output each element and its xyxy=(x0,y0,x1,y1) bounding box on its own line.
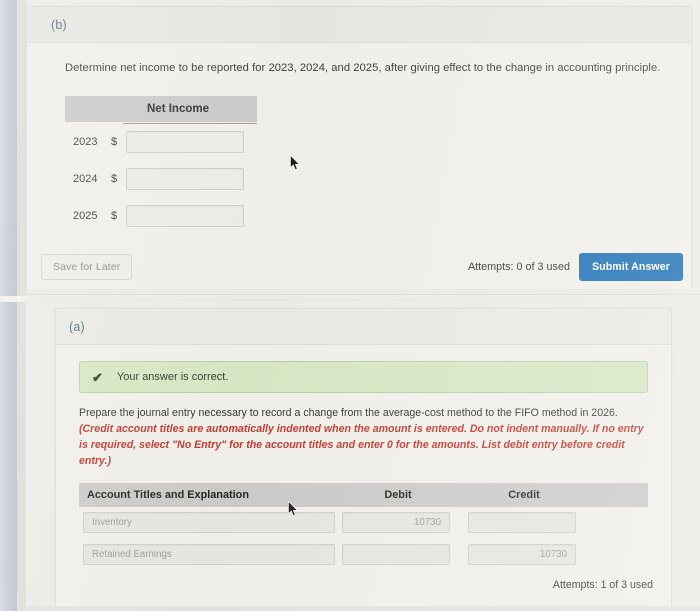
currency-symbol: $ xyxy=(111,136,118,149)
credit-cell-row-2: 10730 xyxy=(457,544,587,566)
net-income-table-header: Net Income xyxy=(65,96,257,125)
question-card-a: (a) ✔ Your answer is correct. Prepare th… xyxy=(55,308,672,608)
page-left-margin xyxy=(17,0,26,611)
table-row: 2025 $ xyxy=(65,199,257,233)
section-divider-bottom xyxy=(40,300,700,301)
browser-left-strip xyxy=(0,0,17,611)
net-income-table: Net Income 2023 $ 2024 $ 2025 $ xyxy=(65,96,257,233)
screenshot-page: (b) Determine net income to be reported … xyxy=(0,0,700,611)
debit-cell-row-1: 10730 xyxy=(335,512,457,534)
section-divider-top xyxy=(26,294,700,295)
column-header-account: Account Titles and Explanation xyxy=(87,488,249,501)
column-header-credit: Credit xyxy=(508,488,540,501)
instruction-main-text: Prepare the journal entry necessary to r… xyxy=(79,407,618,419)
part-label-a: (a) xyxy=(69,319,85,334)
debit-input-row-1[interactable]: 10730 xyxy=(342,512,450,534)
currency-symbol: $ xyxy=(111,173,118,186)
row-year-2024: 2024 xyxy=(73,173,98,186)
question-card-b: (b) Determine net income to be reported … xyxy=(26,6,692,289)
journal-entry-table-header: Account Titles and Explanation Debit Cre… xyxy=(79,482,648,507)
table-row: Inventory 10730 xyxy=(79,507,648,539)
question-prompt-b: Determine net income to be reported for … xyxy=(65,62,661,74)
credit-input-row-1[interactable] xyxy=(468,512,576,534)
attempts-counter-a: Attempts: 1 of 3 used xyxy=(552,579,653,591)
currency-symbol: $ xyxy=(111,210,118,223)
account-title-input-row-1[interactable]: Inventory xyxy=(83,512,335,534)
card-b-header: (b) xyxy=(27,7,691,43)
credit-input-row-2[interactable]: 10730 xyxy=(468,544,576,566)
credit-cell-row-1 xyxy=(457,512,587,534)
account-title-input-row-2[interactable]: Retained Earnings xyxy=(83,544,335,566)
journal-entry-table: Account Titles and Explanation Debit Cre… xyxy=(79,482,648,571)
answer-correct-banner: ✔ Your answer is correct. xyxy=(79,361,648,393)
card-b-footer: Save for Later Attempts: 0 of 3 used Sub… xyxy=(27,253,691,281)
row-year-2025: 2025 xyxy=(73,210,98,223)
mouse-cursor xyxy=(290,155,301,171)
save-for-later-button[interactable]: Save for Later xyxy=(41,254,133,280)
submit-answer-button[interactable]: Submit Answer xyxy=(578,253,683,281)
card-a-body: ✔ Your answer is correct. Prepare the jo… xyxy=(56,345,671,607)
journal-entry-instructions: Prepare the journal entry necessary to r… xyxy=(79,406,648,470)
attempts-counter-b: Attempts: 0 of 3 used xyxy=(467,261,570,273)
check-icon: ✔ xyxy=(92,369,103,385)
row-year-2023: 2023 xyxy=(73,136,98,149)
table-row: 2023 $ xyxy=(65,125,257,159)
strip-break xyxy=(0,296,26,302)
answer-correct-text: Your answer is correct. xyxy=(116,371,229,383)
instruction-red-text: (Credit account titles are automatically… xyxy=(79,422,644,467)
debit-cell-row-2 xyxy=(335,544,457,566)
net-income-input-2024[interactable] xyxy=(126,168,244,191)
page-bottom-edge xyxy=(26,606,700,611)
card-b-body: Determine net income to be reported for … xyxy=(27,43,691,289)
table-row: Retained Earnings 10730 xyxy=(79,539,648,571)
table-row: 2024 $ xyxy=(65,162,257,196)
net-income-input-2025[interactable] xyxy=(126,205,244,228)
net-income-input-2023[interactable] xyxy=(126,131,244,154)
net-income-column-header: Net Income xyxy=(147,103,209,116)
debit-input-row-2[interactable] xyxy=(342,544,450,566)
card-a-header: (a) xyxy=(56,309,671,345)
part-label-b: (b) xyxy=(51,17,67,32)
column-header-debit: Debit xyxy=(384,488,412,501)
